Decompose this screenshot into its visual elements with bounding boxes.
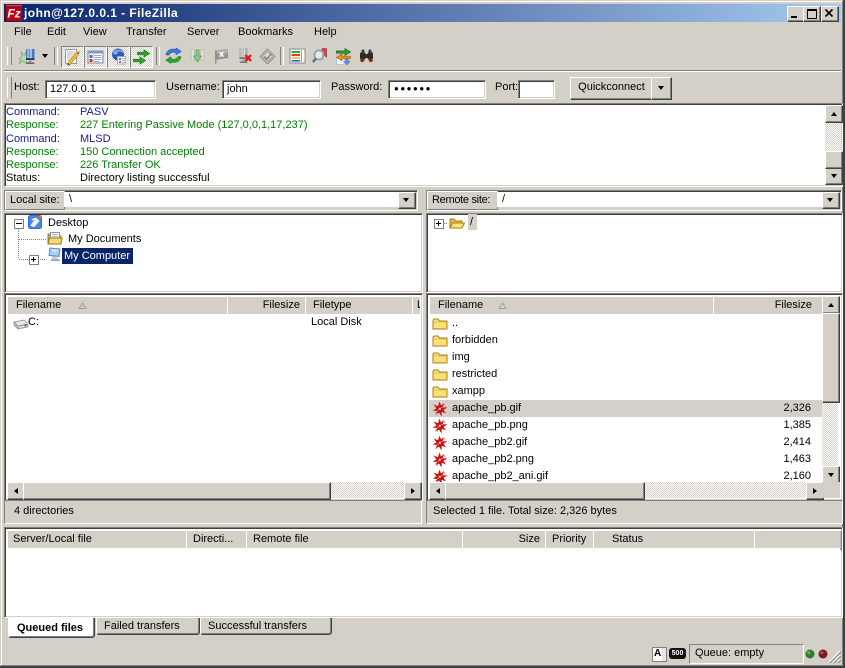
svg-text:Fz: Fz	[7, 7, 20, 21]
